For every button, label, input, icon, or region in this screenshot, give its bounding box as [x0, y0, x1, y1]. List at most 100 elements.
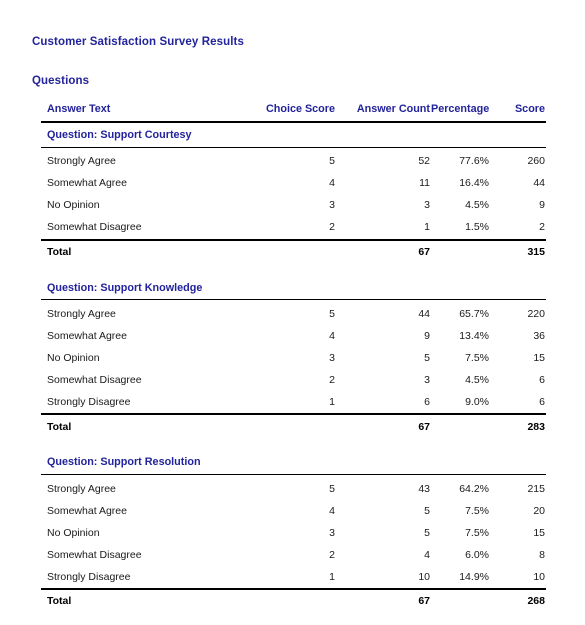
table-row: Somewhat Disagree 2 3 4.5% 6 — [41, 369, 546, 391]
table-row: Strongly Disagree 1 6 9.0% 6 — [41, 391, 546, 414]
cell-answer_count: 52 — [418, 155, 430, 168]
total-cell-percentage — [431, 588, 490, 614]
cell-answer_text: Strongly Disagree — [47, 570, 131, 583]
cell-percentage: 16.4% — [459, 177, 489, 190]
cell-score: 2 — [539, 221, 545, 234]
cell-answer_text: Somewhat Disagree — [47, 221, 142, 234]
cell-score: 9 — [539, 199, 545, 212]
table-row: No Opinion 3 5 7.5% 15 — [41, 522, 546, 544]
cell-choice_score: 4 — [329, 330, 335, 343]
total-cell-answer_text: Total — [41, 588, 241, 614]
cell-choice_score: 4 — [329, 504, 335, 517]
cell-choice_score: 5 — [329, 482, 335, 495]
cell-percentage: 7.5% — [465, 352, 489, 365]
cell-score: 36 — [533, 330, 545, 343]
cell-answer_count: 11 — [419, 177, 430, 190]
survey-results-table: Answer Text Choice Score Answer Count Pe… — [41, 104, 546, 614]
table-row: Strongly Agree 5 43 64.2% 215 — [41, 475, 546, 501]
cell-percentage: 4.5% — [465, 199, 489, 212]
group-spacer — [41, 438, 546, 450]
cell-score: 44 — [533, 177, 545, 190]
cell-answer_count: 43 — [418, 482, 430, 495]
table-row: No Opinion 3 5 7.5% 15 — [41, 347, 546, 369]
cell-choice_score: 1 — [329, 396, 335, 409]
table-header-row: Answer Text Choice Score Answer Count Pe… — [41, 104, 546, 123]
survey-report-page: Customer Satisfaction Survey Results Que… — [0, 0, 585, 625]
cell-percentage: 4.5% — [465, 374, 489, 387]
table-row: Strongly Agree 5 44 65.7% 220 — [41, 300, 546, 326]
table-total-row: Total 67 268 — [41, 588, 546, 614]
column-header-score: Score — [490, 104, 546, 123]
total-cell-answer_text: Total — [41, 238, 241, 264]
table-row: Strongly Disagree 1 10 14.9% 10 — [41, 566, 546, 589]
cell-answer_count: 5 — [424, 504, 430, 517]
question-heading-row: Question: Support Knowledge — [41, 275, 546, 301]
cell-percentage: 14.9% — [459, 570, 489, 583]
total-cell-percentage — [431, 238, 490, 264]
cell-answer_count: 6 — [424, 396, 430, 409]
cell-choice_score: 2 — [329, 374, 335, 387]
cell-choice_score: 1 — [329, 570, 335, 583]
table-row: Somewhat Agree 4 9 13.4% 36 — [41, 325, 546, 347]
cell-answer_text: No Opinion — [47, 352, 100, 365]
cell-answer_count: 3 — [424, 199, 430, 212]
page-title: Customer Satisfaction Survey Results — [32, 36, 244, 48]
cell-answer_text: Strongly Agree — [47, 482, 116, 495]
cell-choice_score: 4 — [329, 177, 335, 190]
group-spacer — [41, 264, 546, 276]
total-cell-choice_score — [241, 588, 336, 614]
cell-score: 220 — [527, 308, 545, 321]
group-spacer-cell — [41, 264, 546, 276]
cell-score: 20 — [533, 504, 545, 517]
question-heading: Question: Support Courtesy — [41, 121, 546, 148]
cell-percentage: 9.0% — [465, 396, 489, 409]
section-heading-questions: Questions — [32, 75, 90, 87]
column-header-answer-text: Answer Text — [41, 104, 241, 123]
cell-answer_text: Strongly Disagree — [47, 396, 131, 409]
table-row: Somewhat Agree 4 11 16.4% 44 — [41, 173, 546, 195]
cell-answer_text: Somewhat Agree — [47, 504, 127, 517]
cell-percentage: 77.6% — [459, 155, 489, 168]
column-header-answer-count: Answer Count — [336, 104, 431, 123]
cell-score: 6 — [539, 396, 545, 409]
cell-answer_text: Strongly Agree — [47, 308, 116, 321]
table-body: Question: Support Courtesy Strongly Agree… — [41, 121, 546, 614]
cell-answer_count: 5 — [424, 352, 430, 365]
table-row: No Opinion 3 3 4.5% 9 — [41, 195, 546, 217]
total-cell-answer_count: 67 — [336, 238, 431, 264]
cell-answer_text: Somewhat Disagree — [47, 548, 142, 561]
cell-answer_count: 5 — [424, 526, 430, 539]
cell-score: 15 — [533, 352, 545, 365]
cell-score: 215 — [527, 482, 545, 495]
cell-score: 15 — [533, 526, 545, 539]
cell-answer_text: Somewhat Disagree — [47, 374, 142, 387]
column-header-choice-score: Choice Score — [241, 104, 336, 123]
cell-answer_text: Strongly Agree — [47, 155, 116, 168]
cell-answer_text: No Opinion — [47, 199, 100, 212]
total-cell-score: 268 — [490, 588, 546, 614]
cell-score: 260 — [527, 155, 545, 168]
cell-choice_score: 5 — [329, 308, 335, 321]
total-cell-percentage — [431, 413, 490, 439]
cell-percentage: 65.7% — [459, 308, 489, 321]
cell-answer_count: 44 — [418, 308, 430, 321]
cell-choice_score: 5 — [329, 155, 335, 168]
total-cell-choice_score — [241, 413, 336, 439]
cell-answer_count: 4 — [424, 548, 430, 561]
table-row: Somewhat Agree 4 5 7.5% 20 — [41, 500, 546, 522]
total-cell-answer_count: 67 — [336, 588, 431, 614]
total-cell-choice_score — [241, 238, 336, 264]
cell-percentage: 64.2% — [459, 482, 489, 495]
table-row: Somewhat Disagree 2 4 6.0% 8 — [41, 544, 546, 566]
cell-choice_score: 3 — [329, 199, 335, 212]
cell-answer_count: 3 — [424, 374, 430, 387]
cell-answer_count: 10 — [418, 570, 430, 583]
question-heading-row: Question: Support Resolution — [41, 450, 546, 476]
cell-score: 10 — [533, 570, 545, 583]
total-cell-score: 315 — [490, 238, 546, 264]
table-total-row: Total 67 315 — [41, 238, 546, 264]
total-cell-answer_count: 67 — [336, 413, 431, 439]
cell-percentage: 6.0% — [465, 548, 489, 561]
cell-answer_text: Somewhat Agree — [47, 177, 127, 190]
question-heading: Question: Support Knowledge — [41, 275, 546, 301]
